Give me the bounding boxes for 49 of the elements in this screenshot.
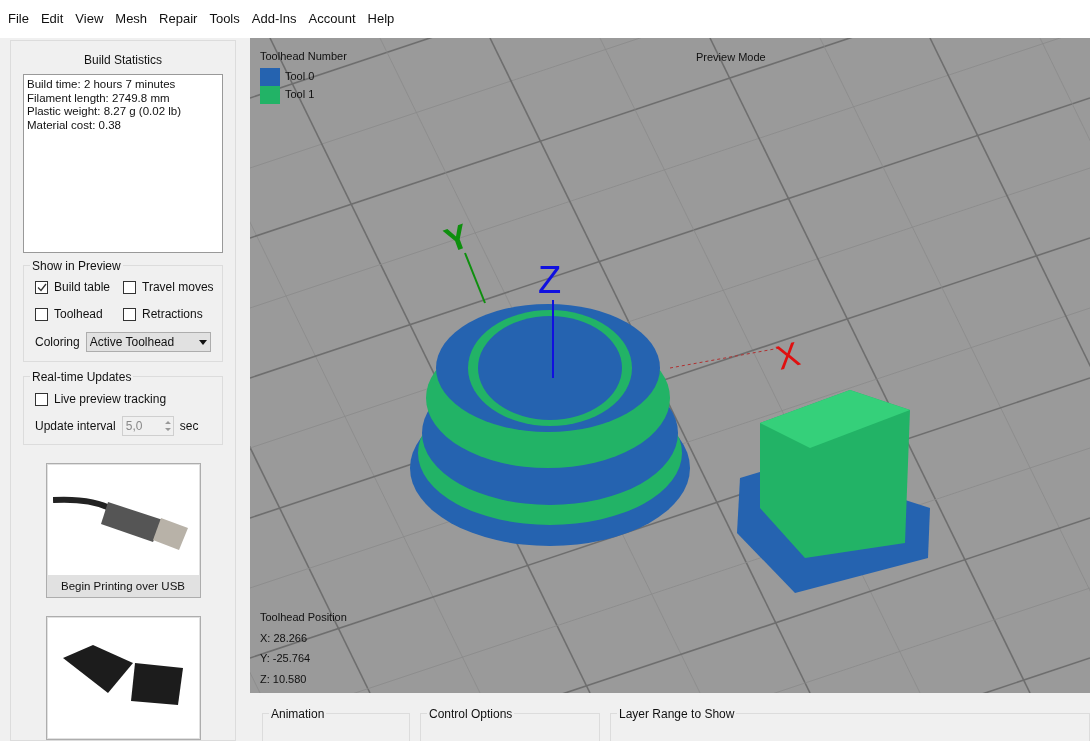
menu-item[interactable]: Repair [153, 9, 204, 29]
position-value: Z: 10.580 [260, 671, 308, 687]
axis-label: Y [439, 216, 474, 260]
coloring-label: Coloring [35, 334, 80, 352]
checkbox[interactable]: Build table [35, 278, 123, 297]
position-value: Y: -25.764 [260, 651, 312, 666]
statistics-line: Filament length: 2749.8 mm [27, 91, 171, 105]
checkbox-label: Build table [54, 279, 111, 297]
menu-item[interactable]: Edit [34, 9, 70, 29]
checkbox[interactable]: Live preview tracking [35, 390, 211, 409]
checkbox-box[interactable] [35, 307, 48, 321]
checkbox-box[interactable] [35, 392, 48, 406]
menu-item[interactable]: Account [302, 9, 362, 29]
checkbox-label: Toolhead [54, 306, 103, 324]
checkbox-label: Travel moves [142, 279, 214, 297]
caret-icon [199, 339, 207, 345]
interval-label: Update interval [35, 418, 116, 436]
checkbox-label: Live preview tracking [54, 391, 167, 409]
menu-item[interactable]: Mesh [109, 9, 154, 29]
checkbox[interactable]: Travel moves [123, 278, 219, 297]
print-usb-button[interactable]: Begin Printing over USB [45, 463, 201, 599]
checkbox-box[interactable] [35, 280, 48, 294]
check-icon [36, 282, 47, 292]
checkbox-box[interactable] [123, 280, 136, 294]
position-value: X: 28.266 [260, 630, 309, 646]
coloring-dropdown[interactable]: Active Toolhead [85, 332, 211, 353]
axis-line [464, 252, 486, 304]
menu-item[interactable]: File [2, 9, 35, 29]
menu-item[interactable]: Add-Ins [245, 9, 303, 29]
statistics-line: Plastic weight: 8.27 g (0.02 lb) [27, 105, 183, 119]
menu-item[interactable]: Help [361, 9, 401, 29]
checkbox-label: Retractions [142, 306, 203, 324]
checkbox[interactable]: Retractions [123, 305, 219, 324]
legend-label: Tool 0 [285, 69, 315, 85]
preview-viewport[interactable]: Y Z X Toolhead Number Tool 0 Tool 1 Preview Mode Toolhead Position X: 28.266 Y: -25.764 Z: 10.580 [250, 38, 1090, 693]
axis-label: X [772, 334, 804, 377]
menu-item[interactable]: View [69, 9, 110, 29]
mode-label: Preview Mode [696, 50, 766, 65]
panel-title: Build Statistics [83, 52, 163, 69]
menu-item[interactable]: Tools [203, 9, 246, 29]
statistics-line: Material cost: 0.38 [27, 118, 122, 132]
legend-label: Tool 1 [285, 87, 315, 103]
checkbox[interactable]: Toolhead [35, 305, 123, 324]
statistics-line: Build time: 2 hours 7 minutes [27, 78, 177, 92]
position-title: Toolhead Position [260, 610, 347, 625]
checkbox-box[interactable] [123, 307, 136, 321]
interval-unit: sec [179, 418, 199, 436]
axis-label: Z [538, 259, 562, 301]
legend-title: Toolhead Number [260, 49, 347, 64]
